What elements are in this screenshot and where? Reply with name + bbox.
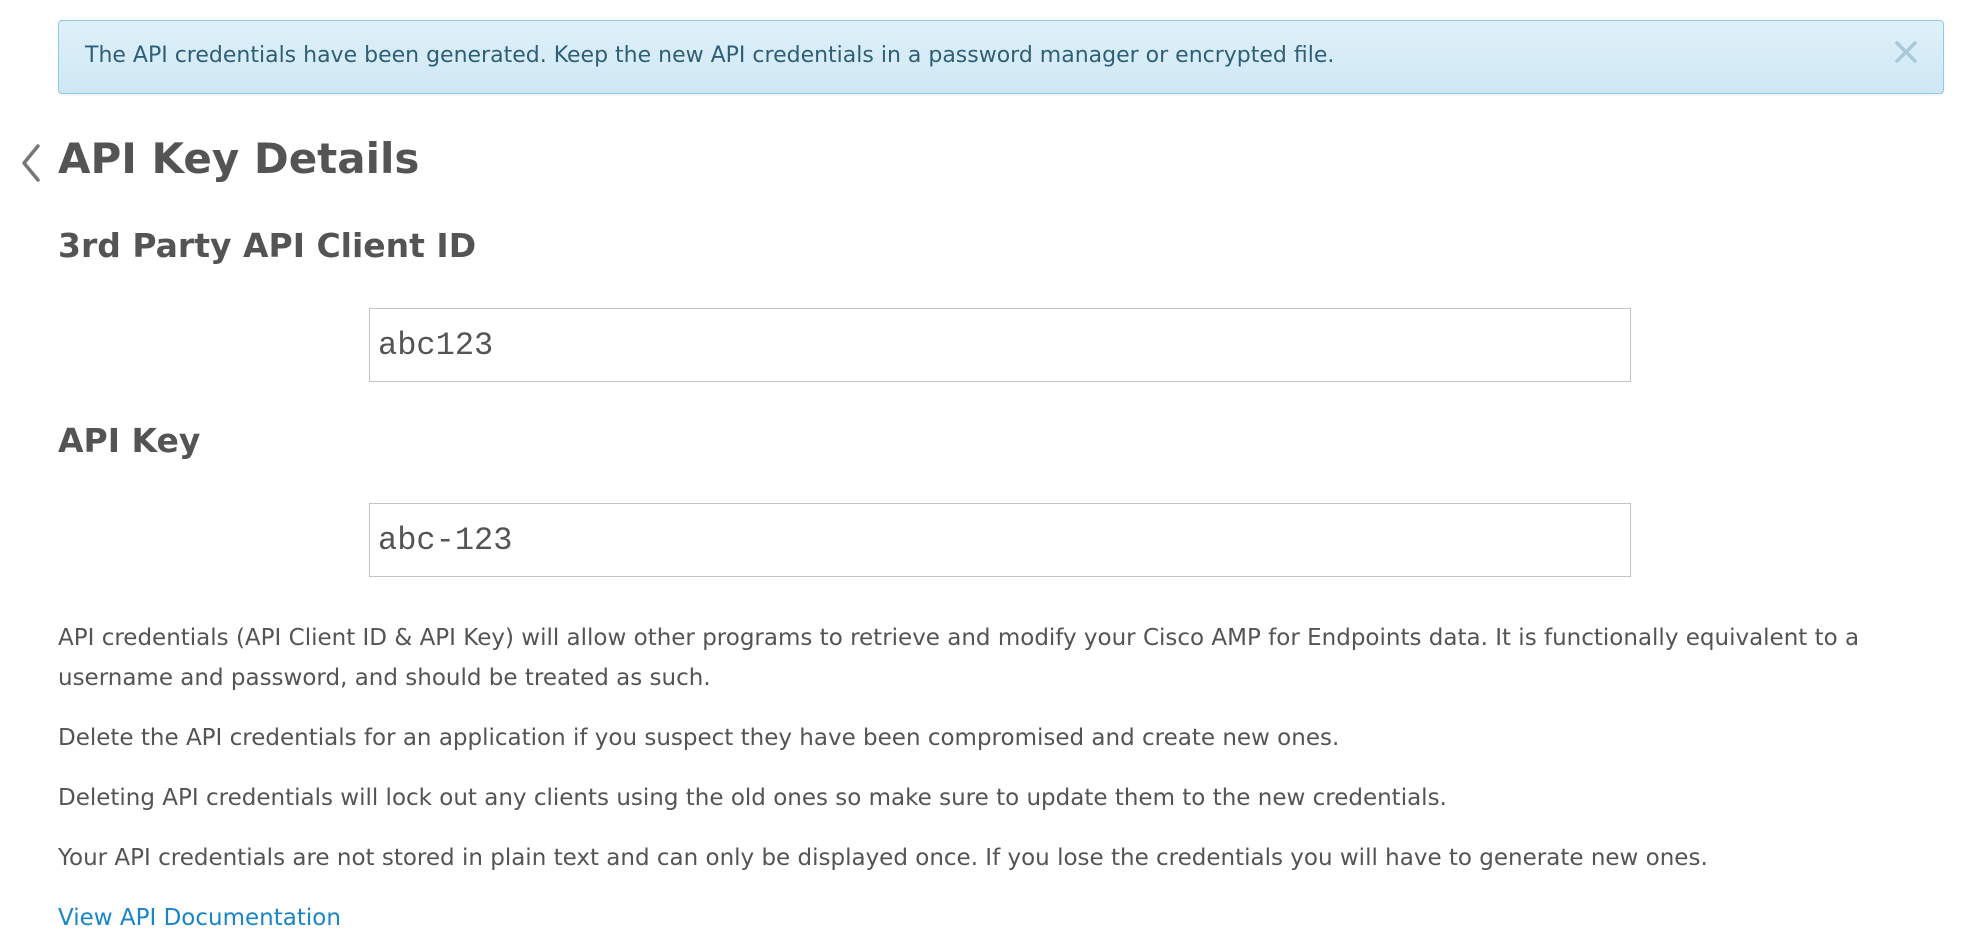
view-api-documentation-link[interactable]: View API Documentation [58, 898, 341, 938]
success-alert: The API credentials have been generated.… [58, 20, 1944, 94]
client-id-heading: 3rd Party API Client ID [58, 226, 477, 265]
chevron-left-icon[interactable] [16, 140, 46, 186]
delete-advice-text: Delete the API credentials for an applic… [58, 725, 1340, 751]
lockout-warning-text: Deleting API credentials will lock out a… [58, 785, 1447, 811]
storage-notice-text: Your API credentials are not stored in p… [58, 845, 1708, 871]
close-icon[interactable] [1891, 37, 1921, 67]
page-title: API Key Details [58, 134, 420, 183]
credentials-info-text: API credentials (API Client ID & API Key… [58, 625, 1860, 691]
api-key-heading: API Key [58, 421, 201, 460]
client-id-field[interactable] [369, 308, 1631, 382]
alert-message: The API credentials have been generated.… [85, 43, 1335, 68]
api-key-field[interactable] [369, 503, 1631, 577]
